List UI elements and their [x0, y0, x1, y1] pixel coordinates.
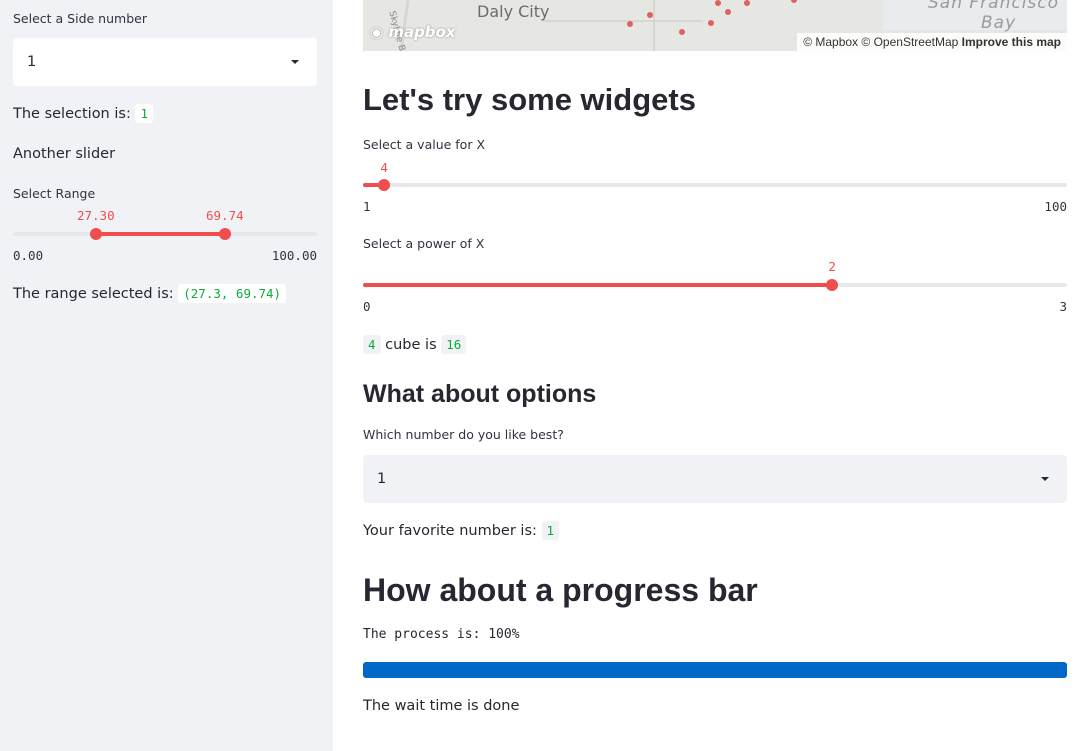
selection-line: The selection is: 1: [13, 104, 153, 123]
side-number-select[interactable]: 1: [13, 38, 317, 86]
selection-value: 1: [135, 104, 153, 123]
map-point[interactable]: [708, 20, 714, 26]
map-point[interactable]: [627, 21, 633, 27]
map-point[interactable]: [744, 0, 750, 6]
map-point[interactable]: [725, 9, 731, 15]
result-x: 4: [363, 335, 381, 354]
range-selected-value: (27.3, 69.74): [178, 284, 287, 303]
favorite-number-select-value: 1: [377, 471, 387, 487]
wait-text: The wait time is done: [363, 698, 520, 714]
map-point[interactable]: [791, 0, 797, 3]
mapbox-logo[interactable]: ◉ mapbox: [370, 23, 456, 41]
range-label: Select Range: [13, 186, 96, 201]
side-number-select-value: 1: [27, 54, 37, 70]
map-road: [653, 0, 655, 51]
map-city-label: Daly City: [477, 2, 550, 21]
favorite-number-select[interactable]: 1: [363, 455, 1067, 503]
result-line: 4 cube is 16: [363, 335, 467, 354]
improve-map-link[interactable]: Improve this map: [962, 35, 1061, 49]
power-slider-value: 2: [828, 259, 836, 274]
x-slider-min: 1: [363, 199, 371, 214]
x-slider-thumb[interactable]: [378, 179, 391, 191]
heading-progress: How about a progress bar: [363, 572, 758, 608]
another-slider-text: Another slider: [13, 146, 116, 162]
range-min-label: 0.00: [13, 248, 44, 263]
range-slider-low-thumb[interactable]: [89, 228, 102, 240]
process-text: The process is: 100%: [363, 627, 520, 642]
range-high-value: 69.74: [206, 208, 244, 223]
chevron-down-icon: [1041, 477, 1049, 481]
favorite-value: 1: [541, 521, 560, 540]
range-selected-line: The range selected is: (27.3, 69.74): [13, 284, 287, 303]
progress-bar: [363, 662, 1067, 678]
side-select-label: Select a Side number: [13, 11, 147, 26]
attrib-mapbox-link[interactable]: © Mapbox: [803, 35, 858, 49]
chevron-down-icon: [291, 60, 299, 64]
heading-options: What about options: [363, 380, 597, 408]
map-bay-label: San Francisco: [928, 0, 1060, 13]
power-slider-fill: [363, 283, 833, 287]
map-road: [543, 20, 703, 22]
power-slider-thumb[interactable]: [826, 279, 839, 291]
x-slider-label: Select a value for X: [363, 137, 486, 152]
map-bay-label-2: Bay: [981, 13, 1017, 33]
map-point[interactable]: [679, 29, 685, 35]
result-text: cube is: [385, 337, 437, 353]
range-selected-text: The range selected is:: [13, 286, 174, 302]
range-slider-fill: [95, 232, 225, 236]
mapbox-logo-text: mapbox: [388, 23, 456, 41]
map[interactable]: Daly City San Francisco Bay Skyline Blvd…: [363, 0, 1067, 51]
favorite-line: Your favorite number is: 1: [363, 521, 560, 540]
sidebar: Select a Side number 1 The selection is:…: [0, 0, 333, 751]
x-slider-track[interactable]: [363, 183, 1067, 187]
power-slider-label: Select a power of X: [363, 236, 485, 251]
progress-bar-fill: [363, 662, 1067, 678]
heading-widgets: Let's try some widgets: [363, 82, 696, 117]
x-slider-value: 4: [380, 160, 388, 175]
favorite-text: Your favorite number is:: [363, 523, 537, 539]
x-slider-max: 100: [1044, 199, 1067, 214]
map-point[interactable]: [647, 12, 653, 18]
power-slider-min: 0: [363, 299, 371, 314]
attrib-osm-link[interactable]: © OpenStreetMap: [861, 35, 958, 49]
map-point[interactable]: [715, 0, 721, 6]
range-max-label: 100.00: [271, 248, 317, 263]
power-slider-max: 3: [1059, 299, 1067, 314]
range-slider-high-thumb[interactable]: [219, 228, 231, 240]
result-value: 16: [441, 335, 467, 354]
selection-text: The selection is:: [13, 106, 131, 122]
range-low-value: 27.30: [76, 208, 115, 223]
options-label: Which number do you like best?: [363, 427, 564, 442]
map-attribution: © Mapbox © OpenStreetMap Improve this ma…: [797, 33, 1067, 51]
